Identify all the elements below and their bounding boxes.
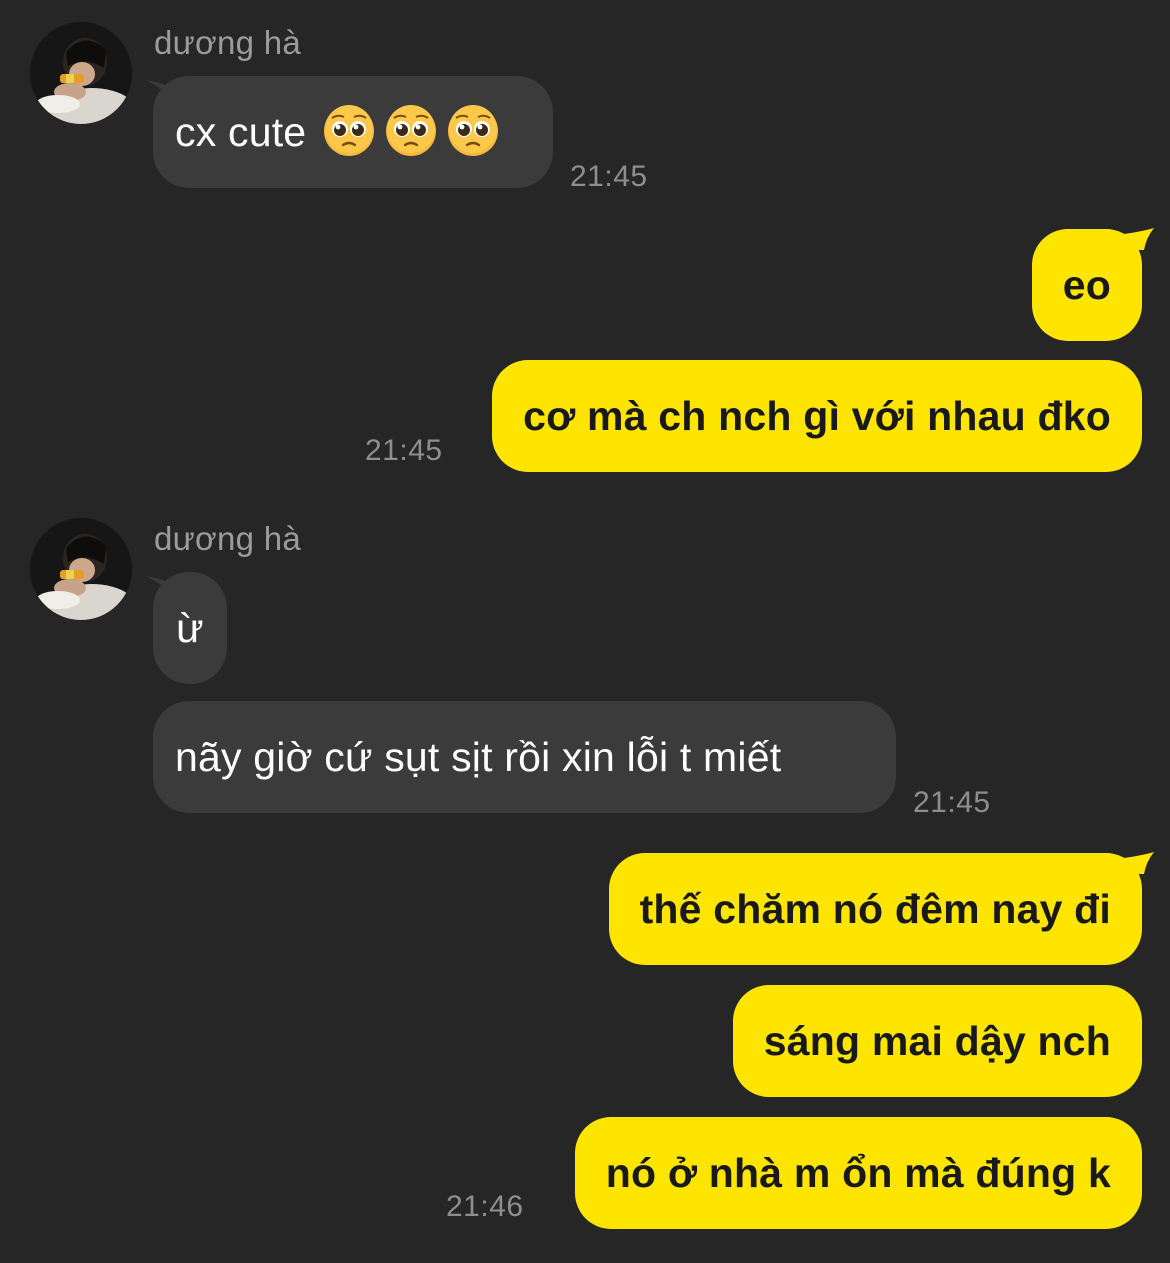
pleading-face-emoji-icon	[386, 105, 437, 157]
pleading-face-emoji-icon	[448, 105, 499, 157]
message-bubble-incoming[interactable]: nãy giờ cứ sụt sịt rồi xin lỗi t miết	[153, 701, 896, 813]
avatar[interactable]	[30, 518, 132, 620]
sender-name: dương hà	[154, 520, 302, 557]
message-bubble-outgoing[interactable]: eo	[1031, 229, 1142, 341]
message-bubble-incoming[interactable]: cx cute	[153, 76, 553, 188]
message-timestamp: 21:45	[570, 160, 648, 193]
message-text: eo	[1062, 262, 1111, 308]
avatar-photo-icon	[30, 22, 132, 124]
chat-thread: dương hà cx cute 21:45 eo cơ mà ch nch g…	[0, 0, 1170, 1263]
message-timestamp: 21:46	[446, 1190, 524, 1223]
message-text: ừ	[176, 605, 204, 651]
message-text: nãy giờ cứ sụt sịt rồi xin lỗi t miết	[175, 734, 782, 780]
message-timestamp: 21:45	[365, 434, 443, 467]
message-text: cơ mà ch nch gì với nhau đko	[523, 393, 1111, 439]
sender-name: dương hà	[154, 24, 302, 61]
message-timestamp: 21:45	[913, 786, 991, 819]
message-text: nó ở nhà m ổn mà đúng k	[605, 1150, 1111, 1196]
message-bubble-outgoing[interactable]: sáng mai dậy nch	[732, 985, 1142, 1097]
avatar-photo-icon	[30, 518, 132, 620]
pleading-face-emoji-icon	[324, 105, 375, 157]
message-text: cx cute	[175, 109, 307, 155]
message-text: sáng mai dậy nch	[763, 1018, 1111, 1064]
message-bubble-outgoing[interactable]: nó ở nhà m ổn mà đúng k	[574, 1117, 1142, 1229]
message-text: thế chăm nó đêm nay đi	[639, 886, 1111, 932]
message-bubble-incoming[interactable]: ừ	[153, 572, 227, 684]
message-bubble-outgoing[interactable]: thế chăm nó đêm nay đi	[608, 853, 1142, 965]
message-bubble-outgoing[interactable]: cơ mà ch nch gì với nhau đko	[492, 360, 1142, 472]
avatar[interactable]	[30, 22, 132, 124]
